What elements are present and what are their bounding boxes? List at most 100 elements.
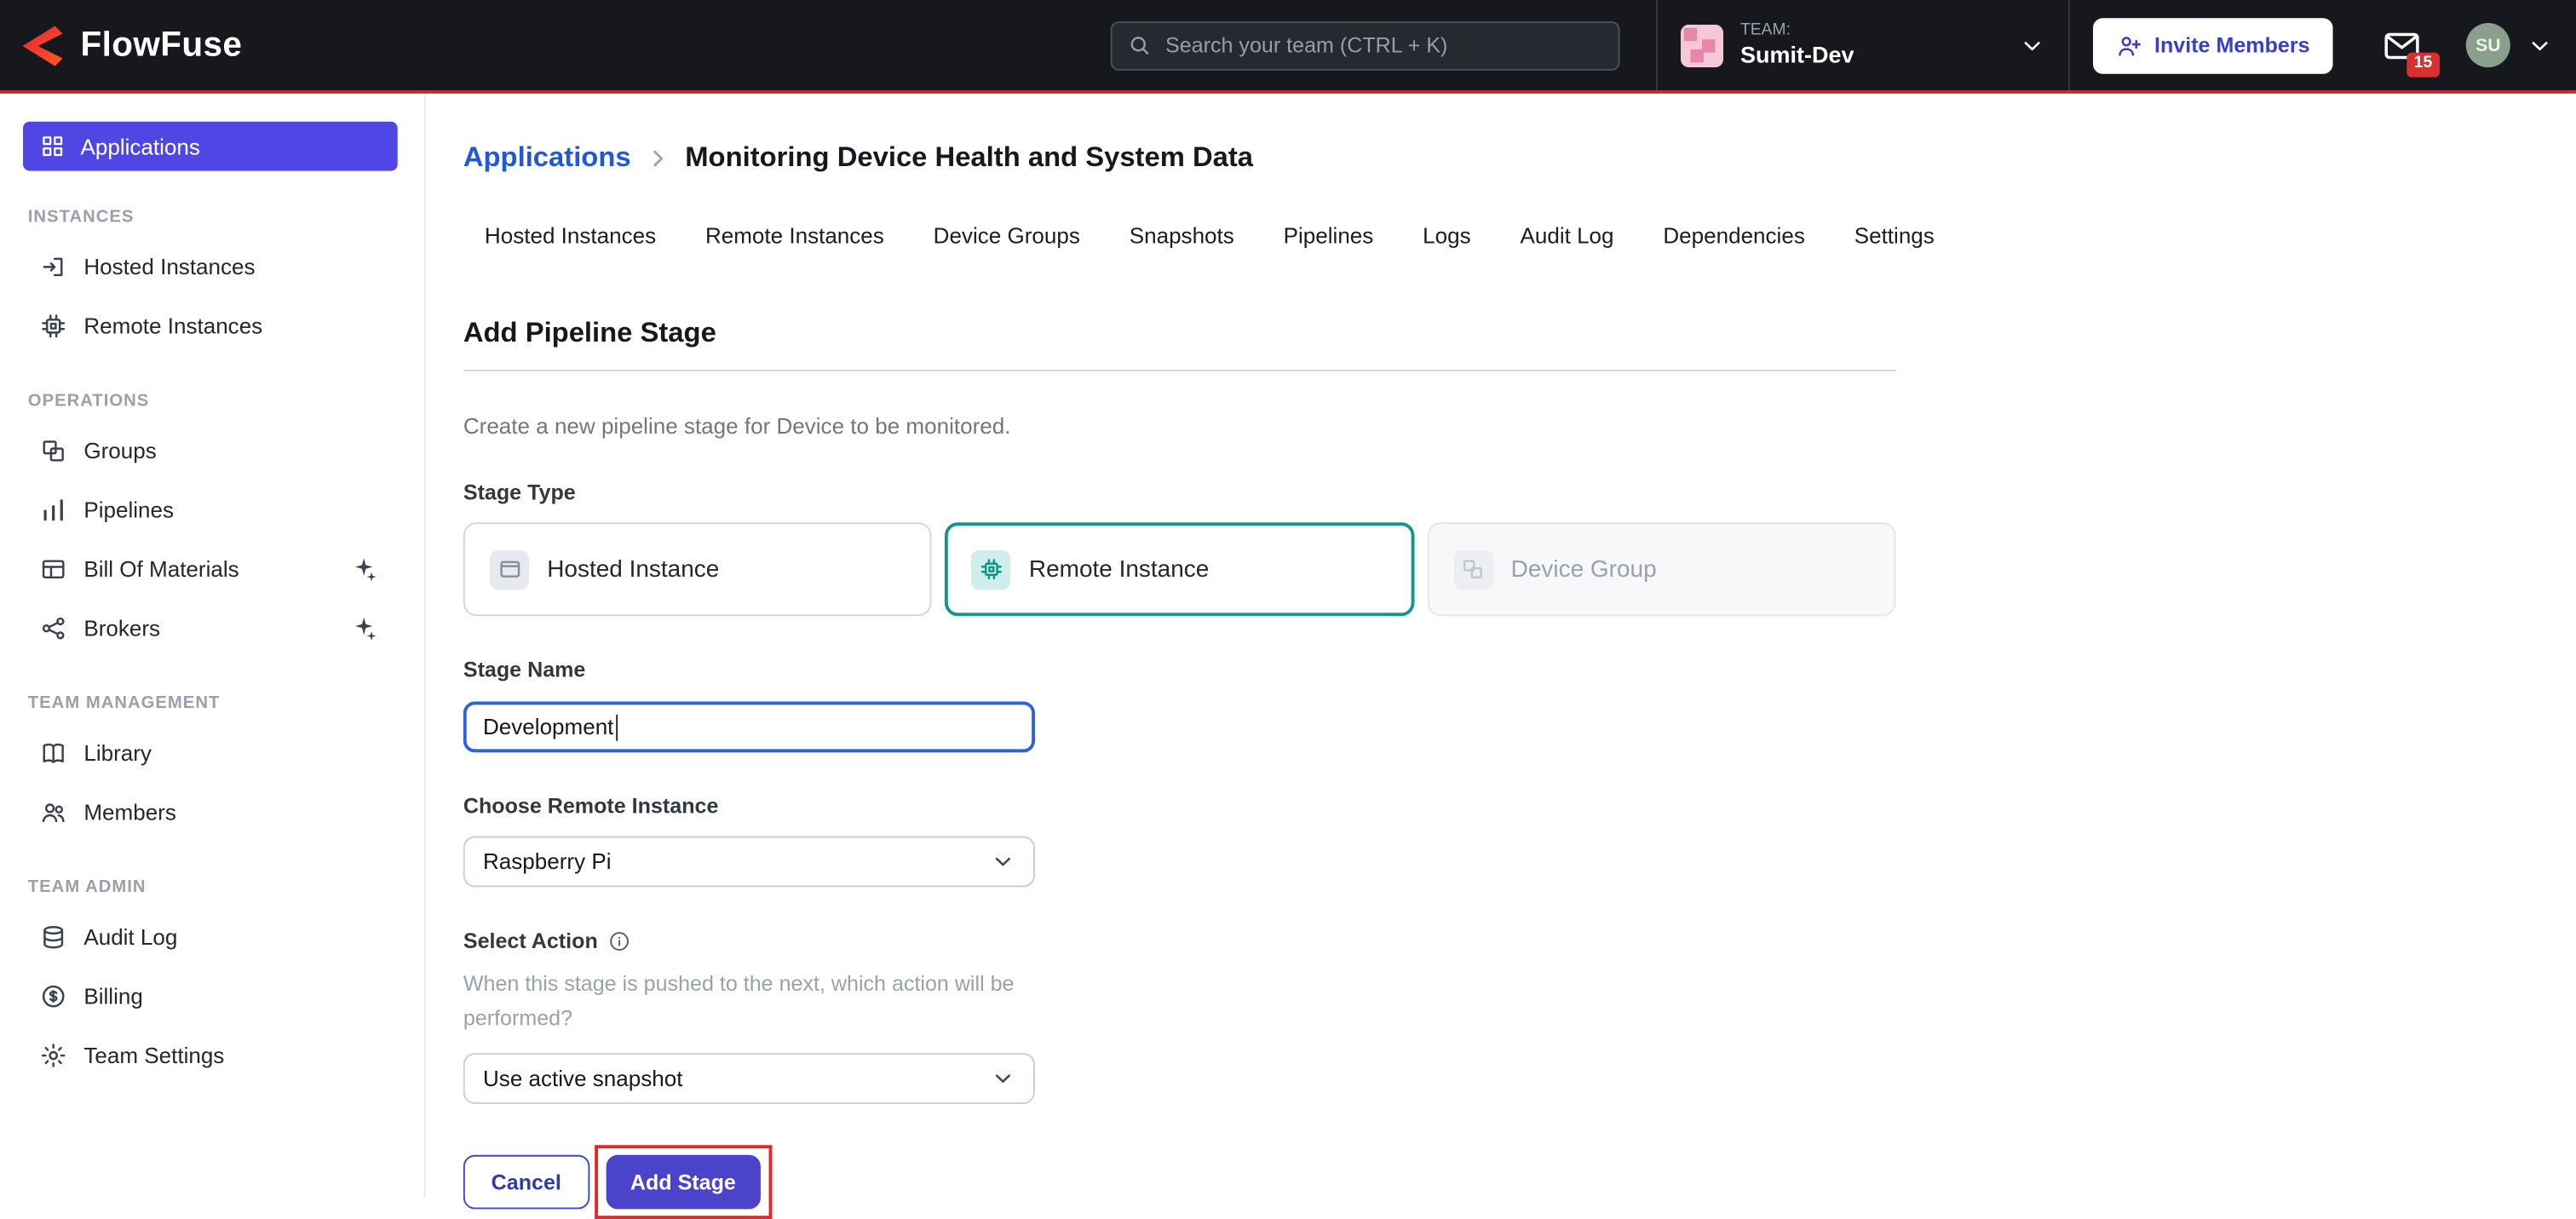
breadcrumb-separator-icon — [646, 146, 670, 170]
select-action-help-text: When this stage is pushed to the next, w… — [463, 966, 1084, 1035]
bars-icon — [39, 495, 67, 523]
stage-type-label: Hosted Instance — [547, 556, 719, 583]
chevron-down-icon — [991, 1067, 1015, 1091]
sidebar-item-label: Groups — [83, 438, 156, 463]
tab-logs[interactable]: Logs — [1423, 223, 1470, 248]
sidebar-section-team-management: TEAM MANAGEMENT — [28, 693, 424, 713]
form-title: Add Pipeline Stage — [463, 317, 1896, 350]
tab-remote-instances[interactable]: Remote Instances — [705, 223, 884, 248]
sidebar-item-billing[interactable]: Billing — [0, 966, 424, 1025]
tab-settings[interactable]: Settings — [1854, 223, 1935, 248]
hosted-instance-icon — [497, 557, 521, 582]
table-icon — [39, 555, 67, 583]
notifications-button[interactable]: 15 — [2382, 26, 2421, 65]
sidebar-item-applications[interactable]: Applications — [23, 122, 398, 171]
page-title: Monitoring Device Health and System Data — [685, 141, 1253, 175]
sidebar-item-label: Team Settings — [83, 1043, 224, 1067]
sidebar-section-team-admin: TEAM ADMIN — [28, 877, 424, 897]
tab-pipelines[interactable]: Pipelines — [1284, 223, 1374, 248]
device-group-icon — [1461, 557, 1486, 582]
sidebar-item-brokers[interactable]: Brokers — [0, 598, 424, 657]
sidebar-item-members[interactable]: Members — [0, 782, 424, 841]
brand-name: FlowFuse — [80, 26, 242, 65]
sparkle-icon — [350, 555, 378, 583]
stage-type-label: Remote Instance — [1029, 556, 1209, 583]
stage-type-label: Device Group — [1511, 556, 1657, 583]
network-icon — [39, 613, 67, 641]
stage-type-options: Hosted Instance Remote Instance — [463, 522, 1896, 616]
person-plus-icon — [2117, 32, 2143, 59]
sidebar-section-operations: OPERATIONS — [28, 391, 424, 411]
sidebar-item-label: Brokers — [83, 615, 160, 640]
database-icon — [39, 923, 67, 951]
remote-instance-selected-value: Raspberry Pi — [483, 849, 611, 874]
chevron-down-icon — [991, 849, 1015, 874]
hosted-instances-icon — [39, 252, 67, 280]
search-icon — [1128, 32, 1153, 57]
application-tabs: Hosted Instances Remote Instances Device… — [485, 223, 2576, 248]
sparkle-icon — [350, 613, 378, 641]
sidebar-item-audit-log[interactable]: Audit Log — [0, 907, 424, 966]
form-actions: Cancel Add Stage — [463, 1145, 1896, 1219]
choose-remote-instance-label: Choose Remote Instance — [463, 793, 1896, 818]
sidebar: Applications INSTANCES Hosted Instances … — [0, 94, 425, 1198]
select-action-label-row: Select Action — [463, 929, 1896, 953]
sidebar-item-label: Billing — [83, 983, 142, 1008]
sidebar-item-groups[interactable]: Groups — [0, 421, 424, 480]
tab-device-groups[interactable]: Device Groups — [934, 223, 1080, 248]
sidebar-item-bill-of-materials[interactable]: Bill Of Materials — [0, 539, 424, 598]
sidebar-item-label: Hosted Instances — [83, 254, 255, 279]
user-avatar[interactable]: SU — [2466, 23, 2510, 67]
team-info: TEAM: Sumit-Dev — [1740, 22, 1854, 69]
team-label: TEAM: — [1740, 22, 1854, 42]
stage-type-hosted-instance[interactable]: Hosted Instance — [463, 522, 932, 616]
remote-instance-select[interactable]: Raspberry Pi — [463, 837, 1035, 888]
action-select[interactable]: Use active snapshot — [463, 1053, 1035, 1104]
chip-icon — [39, 311, 67, 339]
applications-grid-icon — [39, 133, 66, 159]
info-icon[interactable] — [607, 929, 630, 952]
text-cursor — [615, 714, 618, 740]
sidebar-item-library[interactable]: Library — [0, 723, 424, 782]
team-selector[interactable]: TEAM: Sumit-Dev — [1657, 0, 2071, 90]
stage-type-device-group: Device Group — [1427, 522, 1895, 616]
stage-name-label: Stage Name — [463, 657, 1896, 681]
form-description: Create a new pipeline stage for Device t… — [463, 414, 1896, 439]
cancel-button[interactable]: Cancel — [463, 1155, 589, 1210]
tab-hosted-instances[interactable]: Hosted Instances — [485, 223, 656, 248]
group-icon — [39, 436, 67, 464]
chevron-down-icon — [2020, 32, 2046, 59]
breadcrumb-applications-link[interactable]: Applications — [463, 141, 631, 175]
invite-members-button[interactable]: Invite Members — [2094, 17, 2333, 73]
tab-snapshots[interactable]: Snapshots — [1130, 223, 1234, 248]
sidebar-item-label: Applications — [80, 134, 199, 158]
add-stage-button[interactable]: Add Stage — [606, 1155, 761, 1210]
sidebar-item-label: Members — [83, 799, 176, 824]
sidebar-item-pipelines[interactable]: Pipelines — [0, 480, 424, 538]
breadcrumb: Applications Monitoring Device Health an… — [463, 141, 2576, 175]
flowfuse-logo-icon — [16, 20, 66, 70]
book-icon — [39, 739, 67, 767]
users-icon — [39, 797, 67, 825]
brand[interactable]: FlowFuse — [16, 20, 242, 70]
tab-dependencies[interactable]: Dependencies — [1663, 223, 1804, 248]
sidebar-item-label: Remote Instances — [83, 313, 262, 337]
select-action-label: Select Action — [463, 929, 598, 953]
sidebar-item-hosted-instances[interactable]: Hosted Instances — [0, 237, 424, 296]
notification-badge: 15 — [2406, 52, 2440, 77]
sidebar-item-team-settings[interactable]: Team Settings — [0, 1025, 424, 1084]
user-menu-chevron-icon[interactable] — [2527, 32, 2553, 59]
action-selected-value: Use active snapshot — [483, 1067, 682, 1091]
search-input[interactable] — [1111, 20, 1620, 70]
stage-type-label: Stage Type — [463, 480, 1896, 504]
gear-icon — [39, 1041, 67, 1069]
stage-type-remote-instance[interactable]: Remote Instance — [946, 522, 1414, 616]
stage-name-input[interactable]: Development — [463, 701, 1035, 752]
sidebar-item-remote-instances[interactable]: Remote Instances — [0, 296, 424, 354]
app-window: FlowFuse TEAM: Sumit-Dev Invite Members — [0, 0, 2576, 1198]
add-pipeline-stage-form: Add Pipeline Stage Create a new pipeline… — [463, 317, 1896, 1219]
sidebar-item-label: Bill Of Materials — [83, 556, 239, 581]
sidebar-section-instances: INSTANCES — [28, 207, 424, 227]
tab-audit-log[interactable]: Audit Log — [1520, 223, 1613, 248]
main-content: Applications Monitoring Device Health an… — [425, 94, 2575, 1198]
